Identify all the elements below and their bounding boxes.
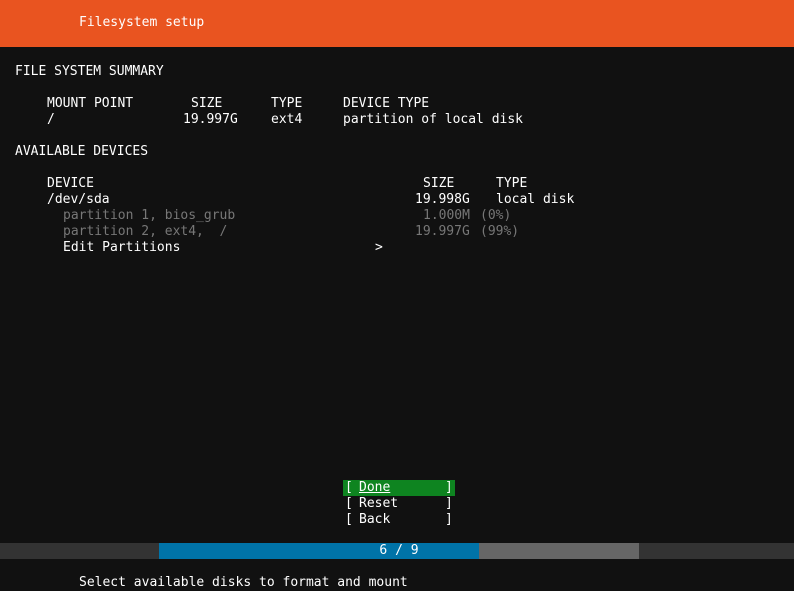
header-bar: Filesystem setup bbox=[0, 0, 794, 47]
partition-percent: (0%) bbox=[480, 208, 512, 223]
devices-col-type: TYPE bbox=[496, 176, 528, 191]
chevron-right-icon[interactable]: > bbox=[375, 240, 383, 256]
bracket-close: ] bbox=[445, 512, 453, 527]
summary-col-type: TYPE bbox=[271, 96, 303, 111]
reset-button[interactable]: [ Reset ] bbox=[343, 496, 455, 512]
disk-name[interactable]: /dev/sda bbox=[47, 192, 110, 208]
disk-size: 19.998G bbox=[415, 192, 470, 207]
back-button-label: Back bbox=[359, 512, 391, 527]
summary-heading: FILE SYSTEM SUMMARY bbox=[15, 64, 164, 79]
partition-size: 19.997G bbox=[415, 224, 470, 239]
summary-size: 19.997G bbox=[183, 112, 238, 127]
devices-col-size: SIZE bbox=[423, 176, 455, 191]
edit-partitions-label[interactable]: Edit Partitions bbox=[63, 240, 180, 256]
progress-bar: 6 / 9 bbox=[159, 543, 639, 559]
bracket-close: ] bbox=[445, 480, 453, 495]
devices-heading: AVAILABLE DEVICES bbox=[15, 144, 149, 159]
summary-col-device-type: DEVICE TYPE bbox=[343, 96, 430, 111]
bracket-close: ] bbox=[445, 496, 453, 511]
help-text: Select available disks to format and mou… bbox=[79, 575, 408, 590]
bracket-open: [ bbox=[345, 496, 353, 511]
partition-percent: (99%) bbox=[480, 224, 520, 239]
partition-label: partition 1, bios_grub bbox=[63, 208, 236, 223]
bracket-open: [ bbox=[345, 480, 353, 495]
partition-label: partition 2, ext4, / bbox=[63, 224, 228, 239]
summary-col-mount-point: MOUNT POINT bbox=[47, 96, 134, 111]
summary-type: ext4 bbox=[271, 112, 303, 127]
done-button[interactable]: [ Done ] bbox=[343, 480, 455, 496]
reset-button-label: Reset bbox=[359, 496, 399, 511]
summary-device-type: partition of local disk bbox=[343, 112, 524, 127]
progress-text: 6 / 9 bbox=[379, 543, 419, 558]
disk-type: local disk bbox=[496, 192, 575, 207]
back-button[interactable]: [ Back ] bbox=[343, 512, 455, 528]
devices-col-device: DEVICE bbox=[47, 176, 94, 191]
summary-col-size: SIZE bbox=[191, 96, 223, 111]
summary-mount-point: / bbox=[47, 112, 55, 127]
bracket-open: [ bbox=[345, 512, 353, 527]
partition-size: 1.000M bbox=[423, 208, 470, 223]
page-title: Filesystem setup bbox=[79, 15, 205, 30]
done-button-label: Done bbox=[359, 480, 391, 495]
